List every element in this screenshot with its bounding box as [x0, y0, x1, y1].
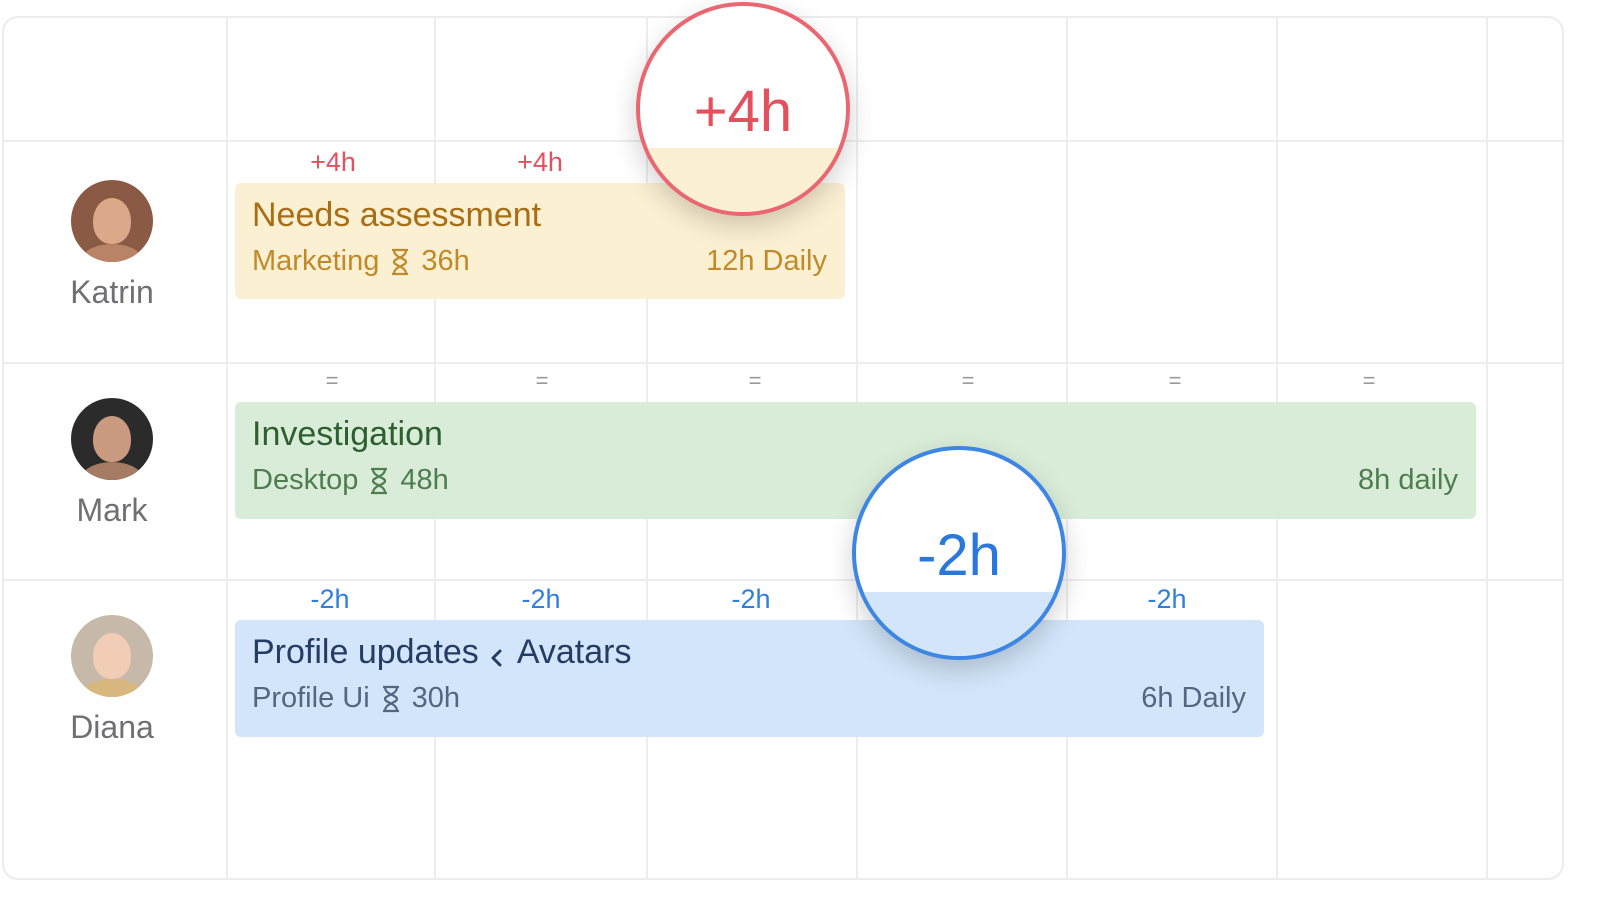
- undertime-mark: -2h: [1147, 584, 1187, 614]
- undertime-magnifier-label: -2h: [917, 523, 1001, 588]
- undertime-mark: -2h: [310, 584, 350, 614]
- person-katrin[interactable]: Katrin: [0, 180, 224, 311]
- person-name: Diana: [70, 709, 154, 745]
- person-name: Katrin: [70, 274, 154, 310]
- undertime-magnifier: -2h: [852, 446, 1066, 660]
- undertime-mark: -2h: [521, 584, 561, 614]
- balanced-mark: =: [961, 368, 975, 393]
- task-bar-investigation[interactable]: Investigation Desktop 48h 8h daily: [235, 402, 1476, 519]
- grid-line: [226, 18, 228, 878]
- overtime-magnifier-label: +4h: [693, 79, 793, 144]
- task-bar-profile-updates[interactable]: Profile updates Avatars Profile Ui 30h 6h…: [235, 620, 1264, 737]
- task-hours: 36h: [421, 245, 470, 277]
- hourglass-icon: [389, 247, 411, 277]
- balanced-mark: =: [325, 368, 339, 393]
- grid-line: [4, 362, 1562, 364]
- balanced-mark: =: [748, 368, 762, 393]
- overtime-magnifier: +4h: [636, 2, 850, 216]
- grid-line: [4, 579, 1562, 581]
- task-subtitle: Avatars: [516, 633, 632, 671]
- undertime-mark: -2h: [731, 584, 771, 614]
- hourglass-icon: [380, 684, 402, 714]
- task-daily-rate: 6h Daily: [1141, 682, 1246, 714]
- task-title: Profile updates: [252, 633, 479, 671]
- balanced-mark: =: [1362, 368, 1376, 393]
- task-hours: 48h: [400, 464, 449, 496]
- overtime-mark: +4h: [310, 147, 356, 177]
- task-project: Desktop: [252, 464, 359, 496]
- avatar: [71, 398, 153, 480]
- balanced-mark: =: [535, 368, 549, 393]
- grid-line: [1486, 18, 1488, 878]
- hourglass-icon: [368, 466, 390, 496]
- task-title: Needs assessment: [252, 196, 542, 234]
- person-mark[interactable]: Mark: [0, 398, 224, 529]
- task-project: Marketing: [252, 245, 380, 277]
- overtime-mark: +4h: [517, 147, 563, 177]
- avatar: [71, 180, 153, 262]
- task-hours: 30h: [411, 682, 461, 714]
- person-diana[interactable]: Diana: [0, 615, 224, 746]
- chevron-left-icon: [487, 641, 507, 667]
- avatar: [71, 615, 153, 697]
- task-title: Investigation: [252, 415, 443, 453]
- task-daily-rate: 12h Daily: [706, 245, 827, 277]
- person-name: Mark: [76, 492, 148, 528]
- task-daily-rate: 8h daily: [1358, 464, 1458, 496]
- balanced-mark: =: [1168, 368, 1182, 393]
- task-project: Profile Ui: [252, 682, 370, 714]
